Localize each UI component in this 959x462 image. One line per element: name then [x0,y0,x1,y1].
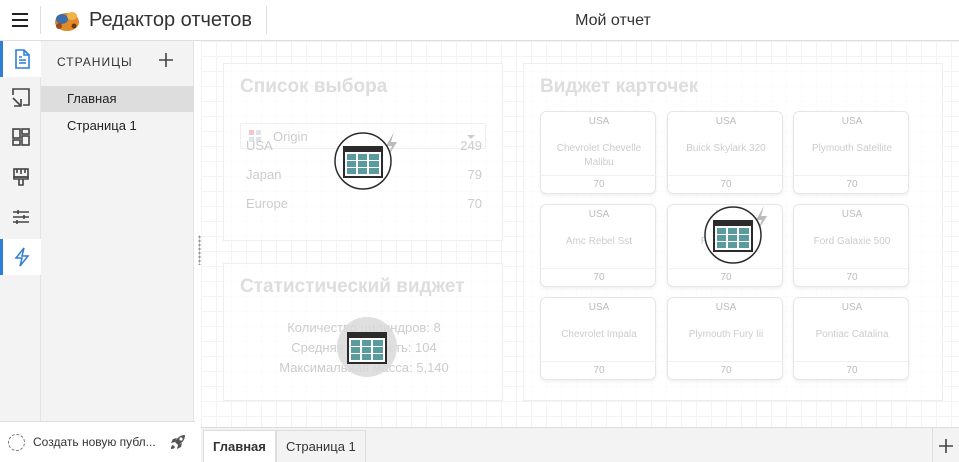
widget-title: Список выбора [240,76,388,97]
card-name: Plymouth Satellite [811,143,893,154]
pages-heading: СТРАНИЦЫ [57,55,133,69]
page-tabs-bar: Главная Страница 1 [201,427,959,462]
document-icon [15,49,30,69]
list-item-label: USA [246,138,273,153]
report-canvas: Список выбора Origin USA 249 Japan 79 Eu… [201,41,959,427]
publish-bar[interactable]: Создать новую публ... [0,421,195,462]
page-item[interactable]: Главная [41,86,194,112]
card-name: Amc Rebel Sst [565,236,633,247]
add-tab-button[interactable] [932,428,959,462]
list-item-count: 79 [467,167,482,182]
card[interactable]: USA Chevrolet Chevelle Malibu 70 [540,111,657,194]
card-country: USA [588,302,610,313]
widget-title: Виджет карточек [540,76,699,97]
statistics-widget[interactable]: Статистический виджет Количество цилиндр… [223,263,503,401]
rocket-icon[interactable] [168,432,188,452]
card-value: 70 [794,361,910,379]
widget-title: Статистический виджет [240,276,465,297]
import-arrow-icon [11,88,30,107]
card-country: USA [715,116,737,127]
loading-calendar-icon [704,206,767,264]
card-country: USA [841,209,863,220]
app-header: Редактор отчетов Мой отчет [0,0,959,41]
card[interactable]: USA Amc Rebel Sst 70 [540,204,657,287]
card-name: Buick Skylark 320 [686,143,766,154]
tab-main[interactable]: Главная [203,430,276,462]
dashboard-layout-icon [11,128,30,146]
page-item[interactable]: Страница 1 [41,113,194,139]
rail-item-actions[interactable] [0,239,41,275]
cards-widget[interactable]: Виджет карточек USA Chevrolet Chevelle M… [523,63,943,401]
rail-item-settings[interactable] [0,199,41,235]
card-value: 70 [668,175,784,193]
publish-label[interactable]: Создать новую публ... [33,435,156,449]
card[interactable]: USA Ford Galaxie 500 70 [793,204,910,287]
list-item[interactable]: Europe 70 [246,196,482,216]
card[interactable]: USA Plymouth Satellite 70 [793,111,910,194]
loading-calendar-icon [334,132,397,190]
card-country: USA [841,302,863,313]
card[interactable]: USA Plymouth Fury Iii 70 [667,297,784,380]
list-item-count: 70 [467,196,482,211]
list-item-label: Japan [246,167,282,182]
paint-brush-icon [12,168,29,186]
list-item-count: 249 [460,138,482,153]
app-title: Редактор отчетов [89,9,253,31]
rail-item-widgets[interactable] [0,119,41,155]
sliders-icon [12,210,29,224]
dashed-circle-icon [8,434,25,451]
card-value: 70 [541,175,657,193]
card-country: USA [588,116,610,127]
rail-item-import[interactable] [0,79,41,115]
tab-page-1[interactable]: Страница 1 [276,430,366,462]
card-value: 70 [794,268,910,286]
list-item-label: Europe [246,196,288,211]
menu-icon[interactable] [12,13,28,27]
card-value: 70 [541,361,657,379]
tool-rail [0,41,41,421]
pages-panel: СТРАНИЦЫ Главная Страница 1 [41,41,194,421]
card-value: 70 [668,268,784,286]
rail-item-design[interactable] [0,159,41,195]
header-divider [40,6,41,34]
card[interactable]: USA Pontiac Catalina 70 [793,297,910,380]
card-name: Pontiac Catalina [815,329,889,340]
card-name: Plymouth Fury Iii [688,329,764,340]
card-country: USA [715,302,737,313]
plus-icon [939,438,953,453]
card[interactable]: USA Chevrolet Impala 70 [540,297,657,380]
add-page-icon[interactable] [157,51,175,69]
lightning-icon [14,247,30,267]
card-name: Chevrolet Impala [561,329,637,340]
report-title[interactable]: Мой отчет [267,12,959,30]
card-value: 70 [794,175,910,193]
card-value: 70 [541,268,657,286]
card-value: 70 [668,361,784,379]
rail-item-document[interactable] [0,41,41,77]
card[interactable]: USA Buick Skylark 320 70 [667,111,784,194]
card-name: Ford Galaxie 500 [813,236,891,247]
card-country: USA [841,116,863,127]
app-logo-icon [55,12,79,31]
card-country: USA [588,209,610,220]
list-box-widget[interactable]: Список выбора Origin USA 249 Japan 79 Eu… [223,63,503,241]
loading-calendar-icon [337,317,397,377]
card-name: Chevrolet Chevelle Malibu [556,143,642,168]
